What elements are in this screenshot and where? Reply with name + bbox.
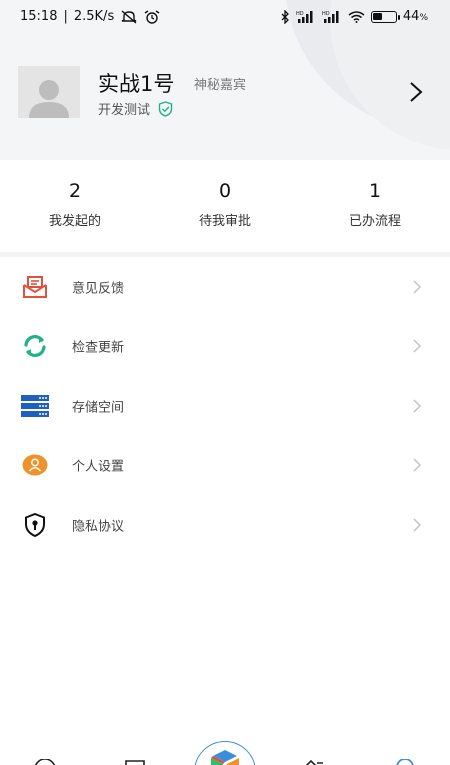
svg-text:HD: HD	[296, 11, 304, 17]
stat-value: 2	[68, 180, 82, 202]
menu-item-label: 存储空间	[72, 400, 125, 416]
bluetooth-icon	[281, 9, 289, 24]
menu-item-storage[interactable]: 存储空间	[0, 376, 450, 436]
stat-pending-approval[interactable]: 0 待我审批	[150, 160, 300, 252]
status-time: 15:18	[20, 9, 58, 24]
menu-item-label: 意见反馈	[72, 281, 125, 297]
battery-icon	[370, 10, 400, 23]
stat-label: 我发起的	[48, 214, 101, 229]
stats-row: 2 我发起的 0 待我审批 1 已办流程	[0, 160, 450, 252]
stat-initiated[interactable]: 2 我发起的	[0, 160, 150, 252]
feedback-mail-icon	[23, 275, 47, 298]
profile-header: 15:18 | 2.5K/s HD HD 44% 实战1号 神秘嘉宾 开发测试	[0, 0, 450, 160]
mute-icon	[121, 9, 137, 24]
alarm-icon	[144, 9, 160, 24]
nav-profile-icon[interactable]	[395, 759, 415, 765]
menu-item-label: 个人设置	[72, 459, 125, 475]
stat-label: 待我审批	[198, 214, 251, 229]
battery-percent: 44%	[402, 9, 428, 24]
nav-document-icon[interactable]	[125, 760, 145, 765]
profile-card[interactable]: 实战1号 神秘嘉宾 开发测试	[18, 66, 432, 120]
status-bar: 15:18 | 2.5K/s HD HD 44%	[20, 9, 428, 24]
chevron-right-icon	[413, 458, 422, 472]
signal-hd-icon: HD	[296, 11, 313, 23]
wifi-icon	[348, 11, 365, 23]
svg-text:HD: HD	[322, 11, 330, 17]
signal-hd-icon: HD	[322, 11, 339, 23]
chevron-right-icon	[413, 399, 422, 413]
menu-item-privacy-policy[interactable]: 隐私协议	[0, 495, 450, 555]
default-avatar-icon	[29, 80, 69, 118]
stat-completed[interactable]: 1 已办流程	[300, 160, 450, 252]
person-icon	[22, 454, 48, 476]
menu-item-personal-settings[interactable]: 个人设置	[0, 436, 450, 496]
stat-label: 已办流程	[348, 214, 401, 229]
workbench-cube-icon	[211, 750, 239, 765]
avatar[interactable]	[18, 66, 80, 118]
menu-item-label: 隐私协议	[72, 519, 125, 535]
verified-shield-icon	[158, 100, 173, 117]
chevron-right-icon	[413, 280, 422, 294]
stat-value: 0	[218, 180, 232, 202]
chevron-right-icon	[413, 518, 422, 532]
user-name: 实战1号	[98, 72, 175, 96]
profile-chevron-right-icon[interactable]	[406, 80, 426, 104]
refresh-icon	[24, 335, 46, 358]
menu-item-label: 检查更新	[72, 340, 125, 356]
user-department: 开发测试	[98, 99, 173, 118]
chevron-right-icon	[413, 339, 422, 353]
nav-home-icon[interactable]	[33, 759, 57, 765]
user-tag: 神秘嘉宾	[194, 78, 247, 93]
settings-menu: 意见反馈 检查更新 存储空间 个人设置 隐私协议	[0, 257, 450, 555]
shield-lock-icon	[25, 512, 45, 537]
storage-server-icon	[21, 394, 49, 417]
nav-apps-icon[interactable]	[303, 759, 325, 765]
menu-item-feedback[interactable]: 意见反馈	[0, 257, 450, 317]
menu-item-check-update[interactable]: 检查更新	[0, 317, 450, 377]
stat-value: 1	[368, 180, 382, 202]
network-speed: 2.5K/s	[73, 9, 115, 24]
